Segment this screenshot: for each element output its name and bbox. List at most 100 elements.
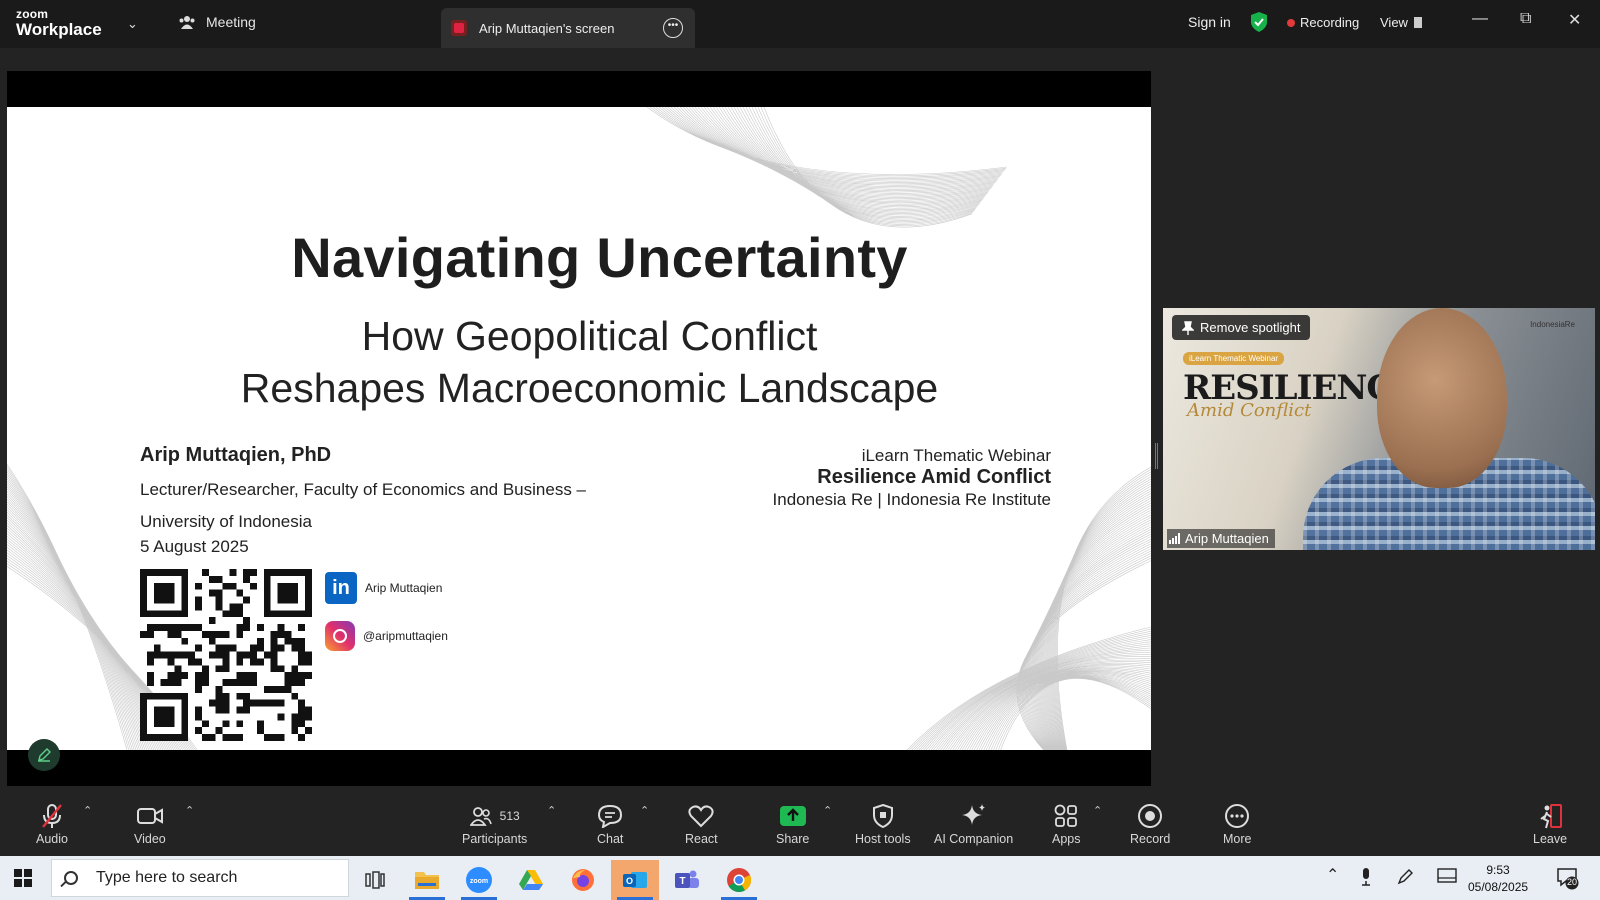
participant-name: Arip Muttaqien [1185, 531, 1269, 546]
apps-grid-icon [1054, 804, 1078, 827]
recording-dot-icon [1287, 18, 1295, 27]
search-icon [64, 871, 78, 885]
video-camera-icon [136, 808, 163, 824]
firefox-icon[interactable] [559, 860, 607, 900]
audio-label: Audio [36, 832, 68, 846]
slide-subtitle-line1: How Geopolitical Conflict [361, 313, 818, 359]
leave-button[interactable]: Leave [1533, 802, 1567, 846]
participants-options-chevron-up-icon[interactable]: ⌃ [547, 804, 556, 817]
record-button[interactable]: Record [1130, 802, 1170, 846]
recording-indicator[interactable]: Recording [1287, 15, 1359, 30]
linkedin-name: Arip Muttaqien [365, 581, 443, 595]
more-dots-icon [1225, 804, 1250, 828]
linkedin-handle: in Arip Muttaqien [325, 572, 442, 604]
share-options-chevron-up-icon[interactable]: ⌃ [823, 804, 832, 817]
clock-date: 05/08/2025 [1468, 880, 1529, 894]
screen-share-icon [451, 20, 467, 36]
host-tools-label: Host tools [855, 832, 911, 846]
logo-line1: zoom [16, 7, 49, 21]
touch-keyboard-icon[interactable] [1437, 868, 1457, 887]
participants-count: 513 [499, 809, 520, 823]
view-button[interactable]: View [1380, 15, 1422, 30]
windows-taskbar: Type here to search zoom O T ⌃ 9:53 05/0… [0, 856, 1600, 900]
participant-video-tile[interactable]: iLearn Thematic Webinar RESILIENC Amid C… [1163, 308, 1595, 550]
more-options-icon[interactable]: ••• [663, 18, 683, 38]
chat-options-chevron-up-icon[interactable]: ⌃ [640, 804, 649, 817]
view-label: View [1380, 15, 1408, 30]
zoom-app-icon[interactable]: zoom [455, 860, 503, 900]
ai-companion-button[interactable]: AI Companion [934, 802, 1013, 846]
react-button[interactable]: React [685, 802, 718, 846]
heart-icon [688, 805, 714, 828]
resize-handle[interactable] [1155, 443, 1158, 469]
file-explorer-icon[interactable] [403, 860, 451, 900]
participants-label: Participants [462, 832, 528, 846]
chat-button[interactable]: Chat [597, 802, 623, 846]
apps-label: Apps [1052, 832, 1081, 846]
background-banner: iLearn Thematic Webinar [1183, 352, 1285, 365]
pen-workspace-icon[interactable] [1396, 868, 1414, 889]
chat-label: Chat [597, 832, 624, 846]
author-name: Arip Muttaqien, PhD [140, 444, 332, 466]
logo-line2: Workplace [16, 20, 102, 39]
signal-strength-icon [1169, 533, 1180, 544]
notification-center-icon[interactable]: 20 [1556, 866, 1580, 893]
instagram-icon [325, 621, 355, 651]
leave-exit-icon [1540, 804, 1563, 829]
participants-button[interactable]: 513 Participants [462, 802, 527, 846]
qr-code-image [140, 569, 312, 741]
participants-icon [469, 807, 492, 826]
author-affiliation-line1: Lecturer/Researcher, Faculty of Economic… [140, 480, 586, 499]
security-shield-icon[interactable] [1250, 12, 1268, 32]
microsoft-teams-icon[interactable]: T [663, 860, 711, 900]
view-layout-icon [1413, 17, 1422, 28]
audio-button[interactable]: Audio [36, 802, 68, 846]
close-icon[interactable]: ✕ [1568, 10, 1581, 30]
event-title: Resilience Amid Conflict [817, 466, 1051, 488]
outlook-icon[interactable]: O [611, 860, 659, 900]
instagram-handle: @aripmuttaqien [325, 621, 448, 651]
chat-bubble-icon [598, 804, 623, 828]
video-button[interactable]: Video [134, 802, 166, 846]
presentation-slide: Navigating Uncertainty How Geopolitical … [7, 107, 1151, 750]
svg-text:zoom: zoom [470, 878, 488, 885]
windows-start-icon[interactable] [14, 869, 32, 887]
host-tools-button[interactable]: Host tools [855, 802, 911, 846]
background-logos: IndonesiaRe [1530, 320, 1575, 329]
restore-icon[interactable]: ⧉ [1520, 10, 1531, 28]
title-bar: zoom Workplace ⌄ Meeting Arip Muttaqien'… [0, 0, 1600, 48]
leave-label: Leave [1533, 832, 1568, 846]
taskbar-search-box[interactable]: Type here to search [51, 859, 349, 897]
svg-text:T: T [679, 876, 685, 887]
ai-companion-label: AI Companion [934, 832, 1014, 846]
annotate-pencil-icon[interactable] [28, 739, 60, 771]
chrome-icon[interactable] [715, 860, 763, 900]
chevron-down-icon[interactable]: ⌄ [127, 16, 138, 32]
microphone-in-use-icon[interactable] [1361, 868, 1371, 889]
participant-name-label: Arip Muttaqien [1167, 529, 1275, 548]
remove-spotlight-button[interactable]: Remove spotlight [1172, 315, 1311, 340]
zoom-workplace-logo[interactable]: zoom Workplace [16, 8, 102, 38]
tab-meeting[interactable]: Meeting [178, 14, 256, 30]
minimize-icon[interactable]: — [1472, 10, 1488, 28]
share-label: Share [776, 832, 810, 846]
google-drive-icon[interactable] [507, 860, 555, 900]
apps-button[interactable]: Apps [1052, 802, 1081, 846]
sign-in-button[interactable]: Sign in [1188, 14, 1231, 30]
host-tools-shield-icon [872, 804, 893, 828]
tab-shared-screen[interactable]: Arip Muttaqien's screen ••• [441, 8, 695, 48]
shared-screen-area: Navigating Uncertainty How Geopolitical … [7, 71, 1151, 786]
video-options-chevron-up-icon[interactable]: ⌃ [185, 804, 194, 817]
muted-microphone-icon [42, 804, 62, 828]
show-hidden-icons-chevron-up-icon[interactable]: ⌃ [1326, 865, 1339, 885]
share-button[interactable]: Share [776, 802, 809, 846]
system-clock[interactable]: 9:53 05/08/2025 [1468, 862, 1528, 896]
slide-date: 5 August 2025 [140, 537, 249, 556]
task-view-icon[interactable] [351, 860, 399, 900]
more-button[interactable]: More [1223, 802, 1251, 846]
search-placeholder: Type here to search [96, 869, 238, 886]
tab-screen-label: Arip Muttaqien's screen [479, 20, 615, 36]
apps-options-chevron-up-icon[interactable]: ⌃ [1093, 804, 1102, 817]
remove-spotlight-label: Remove spotlight [1200, 320, 1301, 335]
audio-options-chevron-up-icon[interactable]: ⌃ [83, 804, 92, 817]
